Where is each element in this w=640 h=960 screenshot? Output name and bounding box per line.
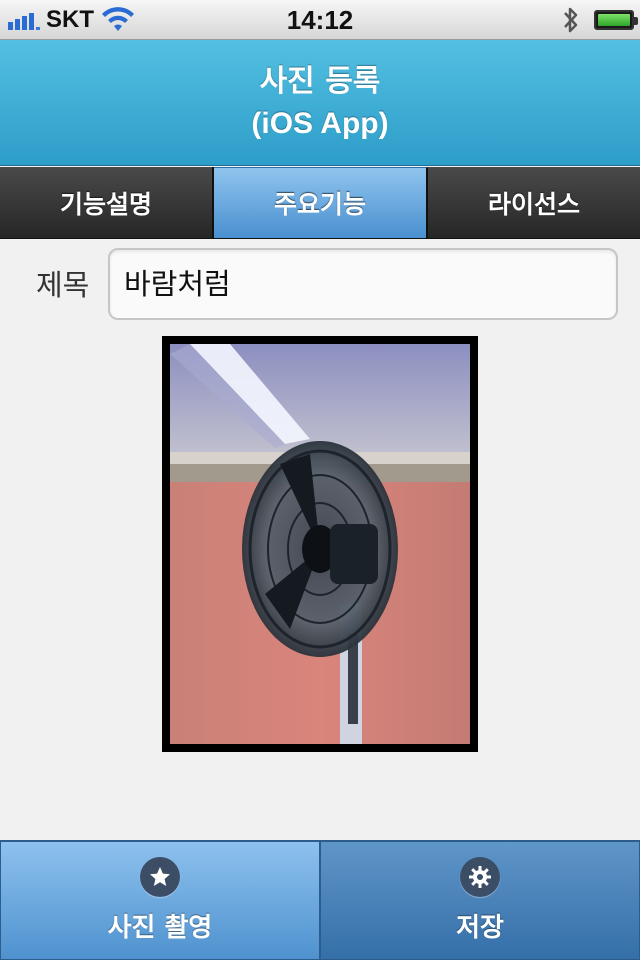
status-right <box>562 0 638 40</box>
tab-main-features[interactable]: 주요기능 <box>214 167 428 238</box>
star-icon <box>140 857 180 897</box>
main-content: 제목 바람처럼 <box>0 240 640 840</box>
photo-image <box>170 344 470 744</box>
page-title: 사진 등록 <box>259 63 381 99</box>
title-row: 제목 바람처럼 <box>0 248 640 320</box>
save-label: 저장 <box>456 913 504 943</box>
nav-header: 사진 등록 (iOS App) <box>0 40 640 166</box>
title-field-label: 제목 <box>36 268 90 302</box>
battery-charging-icon <box>594 10 638 30</box>
title-input[interactable]: 바람처럼 <box>108 248 618 320</box>
page-subtitle: (iOS App) <box>251 106 389 140</box>
gear-icon <box>460 857 500 897</box>
photo-preview <box>162 336 478 752</box>
bluetooth-icon <box>564 7 578 33</box>
tab-bar: 기능설명 주요기능 라이선스 <box>0 167 640 239</box>
status-time: 14:12 <box>286 5 354 35</box>
save-button[interactable]: 저장 <box>320 841 640 960</box>
tab-feature-description[interactable]: 기능설명 <box>0 167 214 238</box>
tab-license[interactable]: 라이선스 <box>428 167 640 238</box>
take-photo-label: 사진 촬영 <box>107 913 213 943</box>
status-bar: SKT 14:12 <box>0 0 640 40</box>
bottom-toolbar: 사진 촬영 저장 <box>0 840 640 960</box>
take-photo-button[interactable]: 사진 촬영 <box>0 841 320 960</box>
